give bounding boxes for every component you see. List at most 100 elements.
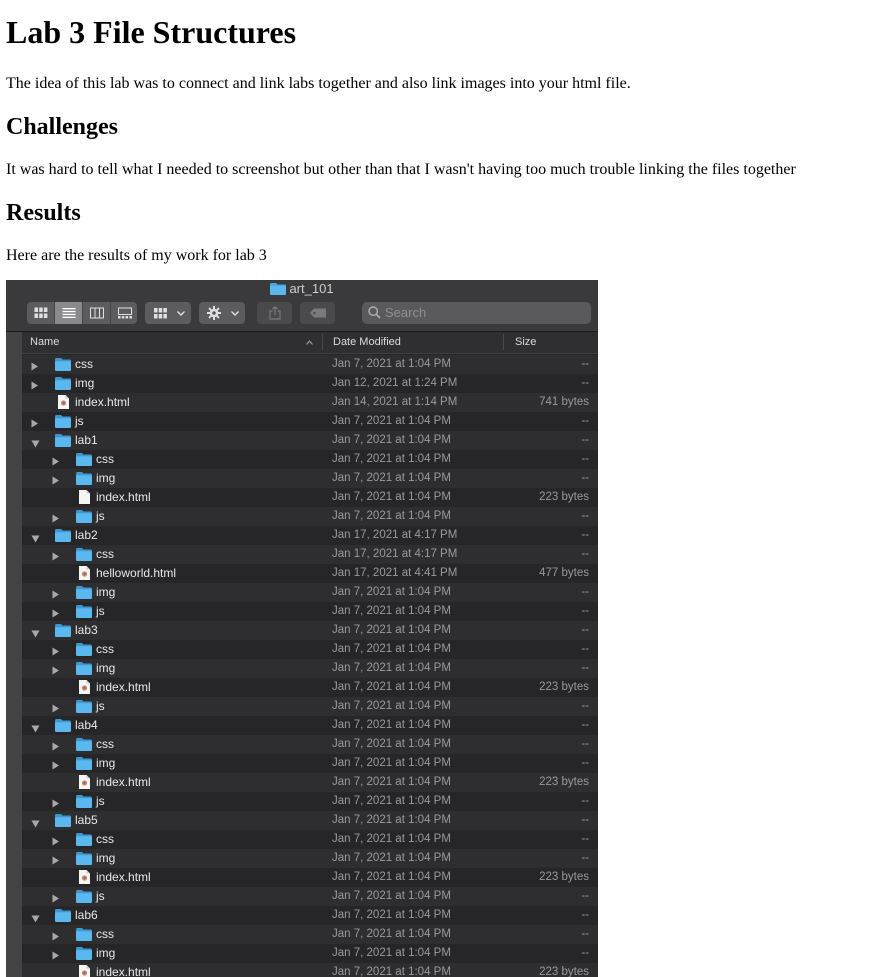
folder-row[interactable]: img Jan 12, 2021 at 1:24 PM --	[22, 374, 598, 393]
disclosure-collapsed-icon[interactable]	[52, 797, 60, 808]
disclosure-collapsed-icon[interactable]	[52, 645, 60, 656]
disclosure-collapsed-icon[interactable]	[52, 512, 60, 523]
folder-row[interactable]: img Jan 7, 2021 at 1:04 PM --	[22, 583, 598, 602]
page-title: Lab 3 File Structures	[6, 14, 297, 50]
disclosure-collapsed-icon[interactable]	[52, 664, 60, 675]
folder-row[interactable]: css Jan 7, 2021 at 1:04 PM --	[22, 735, 598, 754]
disclosure-expanded-icon[interactable]	[31, 817, 40, 828]
disclosure-collapsed-icon[interactable]	[52, 740, 60, 751]
item-name: css	[96, 642, 114, 656]
folder-row[interactable]: img Jan 7, 2021 at 1:04 PM --	[22, 754, 598, 773]
folder-row[interactable]: lab4 Jan 7, 2021 at 1:04 PM --	[22, 716, 598, 735]
file-row[interactable]: index.html Jan 7, 2021 at 1:04 PM 223 byte…	[22, 868, 598, 887]
folder-row[interactable]: lab5 Jan 7, 2021 at 1:04 PM --	[22, 811, 598, 830]
disclosure-collapsed-icon[interactable]	[52, 759, 60, 770]
folder-icon	[76, 472, 92, 488]
disclosure-collapsed-icon[interactable]	[52, 550, 60, 561]
results-paragraph: Here are the results of my work for lab …	[6, 247, 267, 264]
disclosure-collapsed-icon[interactable]	[52, 474, 60, 485]
item-size: --	[581, 605, 589, 617]
item-date-modified: Jan 7, 2021 at 1:04 PM	[332, 795, 451, 807]
disclosure-expanded-icon[interactable]	[31, 437, 40, 448]
folder-row[interactable]: css Jan 7, 2021 at 1:04 PM --	[22, 355, 598, 374]
sort-ascending-icon	[306, 340, 313, 345]
finder-screenshot: art_101 Search Name Date Modified Size c…	[6, 280, 598, 977]
item-name: css	[96, 547, 114, 561]
folder-row[interactable]: css Jan 7, 2021 at 1:04 PM --	[22, 830, 598, 849]
disclosure-collapsed-icon[interactable]	[52, 607, 60, 618]
folder-row[interactable]: lab2 Jan 17, 2021 at 4:17 PM --	[22, 526, 598, 545]
folder-row[interactable]: img Jan 7, 2021 at 1:04 PM --	[22, 659, 598, 678]
file-row[interactable]: index.html Jan 7, 2021 at 1:04 PM 223 byte…	[22, 773, 598, 792]
item-date-modified: Jan 7, 2021 at 1:04 PM	[332, 491, 451, 503]
folder-row[interactable]: lab1 Jan 7, 2021 at 1:04 PM --	[22, 431, 598, 450]
folder-icon	[76, 757, 92, 773]
search-field[interactable]: Search	[362, 302, 591, 324]
folder-row[interactable]: js Jan 7, 2021 at 1:04 PM --	[22, 697, 598, 716]
folder-icon	[55, 909, 71, 925]
column-size-header[interactable]: Size	[515, 336, 536, 348]
share-button[interactable]	[257, 302, 292, 324]
item-size: 741 bytes	[539, 396, 589, 408]
grid-icon	[34, 307, 47, 318]
list-view-button[interactable]	[54, 302, 82, 324]
group-button[interactable]	[145, 302, 191, 324]
item-size: --	[581, 795, 589, 807]
disclosure-collapsed-icon[interactable]	[31, 417, 39, 428]
disclosure-collapsed-icon[interactable]	[52, 930, 60, 941]
folder-row[interactable]: css Jan 7, 2021 at 1:04 PM --	[22, 450, 598, 469]
item-name: lab4	[75, 718, 98, 732]
file-row[interactable]: helloworld.html Jan 17, 2021 at 4:41 PM 47…	[22, 564, 598, 583]
disclosure-expanded-icon[interactable]	[31, 912, 40, 923]
column-view-button[interactable]	[82, 302, 110, 324]
folder-row[interactable]: js Jan 7, 2021 at 1:04 PM --	[22, 602, 598, 621]
column-header: Name Date Modified Size	[22, 332, 598, 354]
file-row[interactable]: index.html Jan 7, 2021 at 1:04 PM 223 byte…	[22, 963, 598, 977]
folder-row[interactable]: lab3 Jan 7, 2021 at 1:04 PM --	[22, 621, 598, 640]
folder-row[interactable]: js Jan 7, 2021 at 1:04 PM --	[22, 412, 598, 431]
folder-row[interactable]: css Jan 7, 2021 at 1:04 PM --	[22, 925, 598, 944]
gallery-view-button[interactable]	[110, 302, 138, 324]
disclosure-expanded-icon[interactable]	[31, 722, 40, 733]
disclosure-collapsed-icon[interactable]	[52, 949, 60, 960]
disclosure-collapsed-icon[interactable]	[31, 379, 39, 390]
disclosure-collapsed-icon[interactable]	[31, 360, 39, 371]
item-name: index.html	[96, 775, 151, 789]
file-row[interactable]: index.html Jan 7, 2021 at 1:04 PM 223 byte…	[22, 678, 598, 697]
disclosure-collapsed-icon[interactable]	[52, 455, 60, 466]
disclosure-collapsed-icon[interactable]	[52, 588, 60, 599]
item-size: --	[581, 510, 589, 522]
disclosure-expanded-icon[interactable]	[31, 627, 40, 638]
column-divider	[503, 334, 504, 350]
item-name: js	[75, 414, 84, 428]
folder-row[interactable]: img Jan 7, 2021 at 1:04 PM --	[22, 944, 598, 963]
item-name: img	[75, 376, 95, 390]
file-row[interactable]: index.html Jan 14, 2021 at 1:14 PM 741 byt…	[22, 393, 598, 412]
action-menu-button[interactable]	[199, 302, 245, 324]
file-row[interactable]: index.html Jan 7, 2021 at 1:04 PM 223 byte…	[22, 488, 598, 507]
folder-row[interactable]: js Jan 7, 2021 at 1:04 PM --	[22, 887, 598, 906]
column-name-header[interactable]: Name	[30, 336, 59, 348]
folder-row[interactable]: lab6 Jan 7, 2021 at 1:04 PM --	[22, 906, 598, 925]
disclosure-expanded-icon[interactable]	[31, 532, 40, 543]
folder-row[interactable]: js Jan 7, 2021 at 1:04 PM --	[22, 792, 598, 811]
tags-button[interactable]	[300, 302, 335, 324]
folder-row[interactable]: img Jan 7, 2021 at 1:04 PM --	[22, 469, 598, 488]
folder-icon	[55, 719, 71, 735]
html-file-icon	[79, 965, 90, 977]
item-name: index.html	[75, 395, 130, 409]
disclosure-collapsed-icon[interactable]	[52, 854, 60, 865]
disclosure-collapsed-icon[interactable]	[52, 702, 60, 713]
folder-row[interactable]: img Jan 7, 2021 at 1:04 PM --	[22, 849, 598, 868]
icon-view-button[interactable]	[27, 302, 54, 324]
folder-row[interactable]: js Jan 7, 2021 at 1:04 PM --	[22, 507, 598, 526]
item-name: index.html	[96, 680, 151, 694]
disclosure-collapsed-icon[interactable]	[52, 892, 60, 903]
folder-row[interactable]: css Jan 7, 2021 at 1:04 PM --	[22, 640, 598, 659]
intro-paragraph: The idea of this lab was to connect and …	[6, 75, 631, 92]
item-name: index.html	[96, 870, 151, 884]
disclosure-collapsed-icon[interactable]	[52, 835, 60, 846]
column-date-header[interactable]: Date Modified	[333, 336, 401, 348]
folder-icon	[76, 890, 92, 906]
folder-row[interactable]: css Jan 17, 2021 at 4:17 PM --	[22, 545, 598, 564]
